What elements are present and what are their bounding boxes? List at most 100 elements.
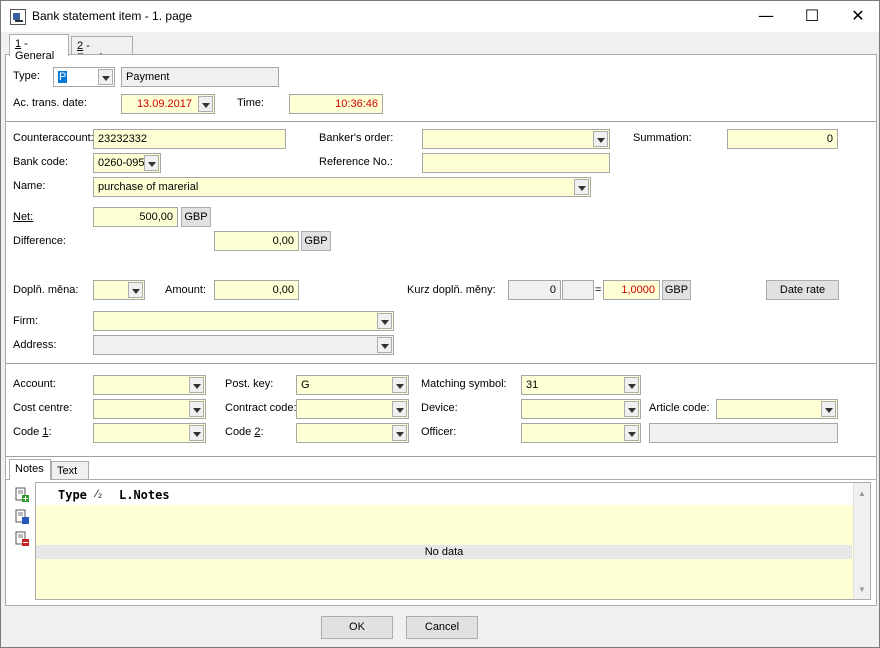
delete-note-icon[interactable] (14, 531, 30, 547)
chevron-down-icon[interactable] (624, 377, 639, 393)
dopln-mena-label: Doplň. měna: (13, 284, 79, 296)
dopln-mena-select[interactable] (93, 280, 145, 300)
tab-foreign[interactable]: 2 - Foreign (71, 36, 133, 64)
chevron-down-icon[interactable] (624, 425, 639, 441)
time-field[interactable]: 10:36:46 (289, 94, 383, 114)
net-field[interactable]: 500,00 (93, 207, 178, 227)
name-label: Name: (13, 180, 46, 192)
dialog-window: Bank statement item - 1. page — ☐ ✕ 1 - … (0, 0, 880, 648)
device-select[interactable] (521, 399, 641, 419)
chevron-down-icon[interactable] (377, 337, 392, 353)
bank-code-select[interactable]: 0260-095 (93, 153, 161, 173)
no-data-message: No data (36, 545, 852, 559)
chevron-down-icon[interactable] (377, 313, 392, 329)
tab-general[interactable]: 1 - General (9, 34, 69, 62)
column-notes[interactable]: L.Notes (119, 488, 170, 502)
name-select[interactable]: purchase of marerial (93, 177, 591, 197)
chevron-down-icon[interactable] (189, 425, 204, 441)
scroll-down-icon[interactable]: ▼ (858, 585, 866, 594)
chevron-down-icon[interactable] (98, 69, 113, 85)
bank-code-label: Bank code: (13, 156, 69, 168)
kurz-right-field[interactable]: 1,0000 (603, 280, 660, 300)
grid-header: Type ⁄₂ L.Notes (36, 483, 854, 505)
scroll-up-icon[interactable]: ▲ (858, 489, 866, 498)
separator (5, 363, 877, 364)
bankers-order-select[interactable] (422, 129, 610, 149)
code2-select[interactable] (296, 423, 409, 443)
edit-note-icon[interactable] (14, 509, 30, 525)
separator (5, 121, 877, 122)
type-description: Payment (121, 67, 279, 87)
vertical-scrollbar[interactable]: ▲ ▼ (853, 483, 870, 599)
difference-currency-button[interactable]: GBP (301, 231, 331, 251)
chevron-down-icon[interactable] (821, 401, 836, 417)
counteraccount-label: Counteraccount: (13, 132, 94, 144)
counteraccount-field[interactable]: 23232332 (93, 129, 286, 149)
add-note-icon[interactable] (14, 487, 30, 503)
chevron-down-icon[interactable] (144, 155, 159, 171)
article-code-select[interactable] (716, 399, 838, 419)
difference-field[interactable]: 0,00 (214, 231, 299, 251)
ok-button[interactable]: OK (321, 616, 393, 639)
tab-notes[interactable]: Notes (9, 459, 51, 480)
summation-field[interactable]: 0 (727, 129, 838, 149)
chevron-down-icon[interactable] (392, 425, 407, 441)
firm-label: Firm: (13, 315, 39, 327)
chevron-down-icon[interactable] (198, 96, 213, 112)
minimize-button[interactable]: — (743, 1, 789, 32)
cost-centre-label: Cost centre: (13, 402, 73, 414)
amount-field[interactable]: 0,00 (214, 280, 299, 300)
chevron-down-icon[interactable] (593, 131, 608, 147)
time-label: Time: (237, 97, 265, 109)
address-select[interactable] (93, 335, 394, 355)
app-icon (10, 9, 26, 25)
amount-label: Amount: (165, 284, 206, 296)
tab-text[interactable]: Text (51, 461, 89, 480)
kurz-label: Kurz doplň. měny: (407, 284, 496, 296)
net-currency-button[interactable]: GBP (181, 207, 211, 227)
chevron-down-icon[interactable] (189, 401, 204, 417)
date-rate-button[interactable]: Date rate (766, 280, 839, 300)
code1-select[interactable] (93, 423, 206, 443)
column-sort[interactable]: ⁄₂ (96, 488, 102, 500)
reference-label: Reference No.: (319, 156, 393, 168)
post-key-select[interactable]: G (296, 375, 409, 395)
title-bar: Bank statement item - 1. page — ☐ ✕ (1, 1, 879, 32)
separator (5, 456, 877, 457)
address-label: Address: (13, 339, 57, 351)
code1-label: Code 1: (13, 426, 52, 438)
cost-centre-select[interactable] (93, 399, 206, 419)
contract-code-label: Contract code: (225, 402, 297, 414)
account-label: Account: (13, 378, 56, 390)
bankers-order-label: Banker's order: (319, 132, 394, 144)
net-label: Net: (13, 211, 34, 223)
firm-select[interactable] (93, 311, 394, 331)
chevron-down-icon[interactable] (624, 401, 639, 417)
maximize-button[interactable]: ☐ (789, 1, 835, 32)
chevron-down-icon[interactable] (189, 377, 204, 393)
chevron-down-icon[interactable] (392, 401, 407, 417)
officer-name-field (649, 423, 838, 443)
chevron-down-icon[interactable] (392, 377, 407, 393)
matching-symbol-select[interactable]: 31 (521, 375, 641, 395)
close-button[interactable]: ✕ (835, 1, 880, 32)
equals-sign: = (595, 284, 602, 296)
officer-label: Officer: (421, 426, 457, 438)
window-title: Bank statement item - 1. page (32, 9, 193, 23)
chevron-down-icon[interactable] (574, 179, 589, 195)
kurz-currency-button[interactable]: GBP (662, 280, 691, 300)
date-field[interactable]: 13.09.2017 (121, 94, 215, 114)
column-type[interactable]: Type (58, 488, 87, 502)
reference-field[interactable] (422, 153, 610, 173)
chevron-down-icon[interactable] (128, 282, 143, 298)
difference-label: Difference: (13, 235, 66, 247)
cancel-button[interactable]: Cancel (406, 616, 478, 639)
kurz-left-field: 0 (508, 280, 561, 300)
post-key-label: Post. key: (225, 378, 274, 390)
account-select[interactable] (93, 375, 206, 395)
officer-select[interactable] (521, 423, 641, 443)
device-label: Device: (421, 402, 458, 414)
contract-code-select[interactable] (296, 399, 409, 419)
notes-grid[interactable]: Type ⁄₂ L.Notes No data ▲ ▼ (35, 482, 871, 600)
type-select[interactable]: P (53, 67, 115, 87)
